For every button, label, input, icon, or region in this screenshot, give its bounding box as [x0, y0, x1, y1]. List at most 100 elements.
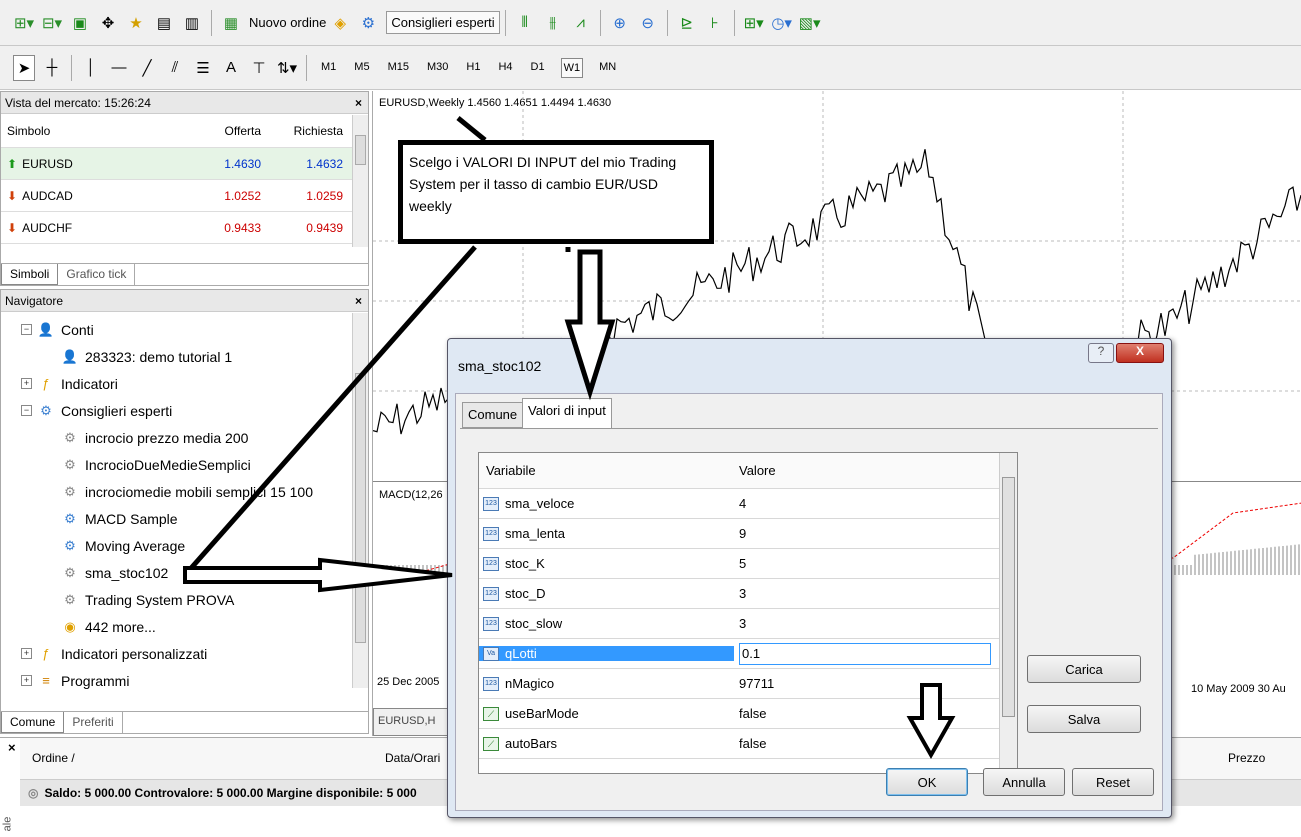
close-icon[interactable]: × [355, 96, 362, 110]
parameter-row[interactable]: 123 stoc_K 5 [479, 549, 1017, 579]
scrollbar[interactable] [352, 115, 368, 247]
parameter-row[interactable]: Va qLotti [479, 639, 1017, 669]
channel-icon[interactable]: ⫽ [164, 55, 186, 81]
tab-preferiti[interactable]: Preferiti [64, 712, 123, 733]
market-row[interactable]: ⬇ AUDCAD 1.0252 1.0259 [1, 180, 368, 212]
navigator-item[interactable]: 👤 283323: demo tutorial 1 [21, 343, 368, 370]
crosshair-move-icon[interactable]: ✥ [97, 10, 119, 36]
market-row[interactable]: ⬇ AUDCHF 0.9433 0.9439 [1, 212, 368, 244]
candlestick-icon[interactable]: ⫵ [542, 10, 564, 36]
navigator-item[interactable]: ⚙ sma_stoc102 [21, 559, 368, 586]
tester-icon[interactable]: ▥ [181, 10, 203, 36]
profiles-icon[interactable]: ⊟▾ [41, 10, 63, 36]
navigator-item[interactable]: ⚙ incrociomedie mobili semplici 15 100 [21, 478, 368, 505]
help-button[interactable]: ? [1088, 343, 1114, 363]
value-cell[interactable]: false [739, 736, 766, 751]
cursor-icon[interactable]: ➤ [13, 54, 35, 81]
col-date[interactable]: Data/Orari [385, 751, 440, 765]
terminal-icon[interactable]: ▤ [153, 10, 175, 36]
navigator-item[interactable]: + ƒ Indicatori [21, 370, 368, 397]
col-symbol[interactable]: Simbolo [1, 124, 181, 138]
tab-grafico-tick[interactable]: Grafico tick [58, 264, 136, 285]
ok-button[interactable]: OK [886, 768, 968, 796]
parameter-row[interactable]: ⟋ autoBars false [479, 729, 1017, 759]
expert-advisors-icon[interactable]: ⚙ [357, 10, 379, 36]
vertical-line-icon[interactable]: │ [80, 55, 102, 81]
navigator-item[interactable]: − ⚙ Consiglieri esperti [21, 397, 368, 424]
scrollbar[interactable] [352, 313, 368, 688]
tab-simboli[interactable]: Simboli [1, 264, 59, 285]
col-price[interactable]: Prezzo [1228, 751, 1265, 765]
bar-chart-icon[interactable]: ⫴ [514, 10, 536, 36]
chart-tab[interactable]: EURUSD,H [373, 708, 453, 736]
expand-icon[interactable]: + [21, 378, 32, 389]
tab-comune[interactable]: Comune [1, 712, 65, 733]
collapse-icon[interactable]: − [21, 405, 32, 416]
text-tool-button[interactable]: A [220, 55, 242, 81]
tab-input-values[interactable]: Valori di input [522, 398, 612, 428]
navigator-item[interactable]: ⚙ Moving Average [21, 532, 368, 559]
new-order-icon[interactable]: ▦ [220, 10, 242, 36]
expert-advisors-button[interactable]: Consiglieri esperti [386, 11, 500, 34]
timeframe-m15[interactable]: M15 [386, 58, 411, 78]
side-tab[interactable]: ale [1, 817, 13, 832]
value-cell[interactable]: 3 [739, 586, 746, 601]
parameter-row[interactable]: 123 sma_veloce 4 [479, 489, 1017, 519]
zoom-out-icon[interactable]: ⊖ [637, 10, 659, 36]
scrollbar[interactable] [999, 453, 1017, 773]
market-row[interactable]: ⬆ EURUSD 1.4630 1.4632 [1, 148, 368, 180]
timeframe-d1[interactable]: D1 [529, 58, 547, 78]
chart-shift-icon[interactable]: ⊦ [704, 10, 726, 36]
arrows-icon[interactable]: ⇅▾ [276, 55, 298, 81]
text-label-icon[interactable]: ⊤ [248, 55, 270, 81]
line-chart-icon[interactable]: ⩘ [570, 10, 592, 36]
horizontal-line-icon[interactable]: — [108, 55, 130, 81]
value-cell[interactable]: false [739, 706, 766, 721]
parameter-row[interactable]: 123 nMagico 97711 [479, 669, 1017, 699]
auto-scroll-icon[interactable]: ⊵ [676, 10, 698, 36]
navigator-item[interactable]: ◉ 442 more... [21, 613, 368, 640]
tab-common[interactable]: Comune [462, 402, 524, 428]
col-bid[interactable]: Offerta [181, 124, 261, 138]
timeframe-mn[interactable]: MN [597, 58, 618, 78]
market-row[interactable]: ⬇AUDJPY87.9387.99 [1, 244, 368, 252]
navigator-item[interactable]: ⚙ Trading System PROVA [21, 586, 368, 613]
navigator-item[interactable]: + ƒ Indicatori personalizzati [21, 640, 368, 667]
parameter-row[interactable]: 123 sma_lenta 9 [479, 519, 1017, 549]
cancel-button[interactable]: Annulla [983, 768, 1065, 796]
close-icon[interactable]: × [355, 294, 362, 308]
col-order[interactable]: Ordine / [32, 751, 75, 765]
value-cell[interactable]: 4 [739, 496, 746, 511]
navigator-item[interactable]: + ≡ Programmi [21, 667, 368, 694]
value-input[interactable] [739, 642, 991, 665]
timeframe-m30[interactable]: M30 [425, 58, 450, 78]
collapse-icon[interactable]: − [21, 324, 32, 335]
periods-icon[interactable]: ◷▾ [771, 10, 793, 36]
new-order-button[interactable]: Nuovo ordine [249, 15, 326, 30]
navigator-icon[interactable]: ★ [125, 10, 147, 36]
timeframe-m5[interactable]: M5 [352, 58, 371, 78]
fibonacci-icon[interactable]: ☰ [192, 55, 214, 81]
market-watch-icon[interactable]: ▣ [69, 10, 91, 36]
load-button[interactable]: Carica [1027, 655, 1141, 683]
value-cell[interactable]: 5 [739, 556, 746, 571]
templates-icon[interactable]: ▧▾ [799, 10, 821, 36]
timeframe-h4[interactable]: H4 [496, 58, 514, 78]
col-ask[interactable]: Richiesta [261, 124, 343, 138]
timeframe-w1[interactable]: W1 [560, 57, 584, 78]
parameter-row[interactable]: 123 stoc_D 3 [479, 579, 1017, 609]
save-button[interactable]: Salva [1027, 705, 1141, 733]
navigator-item[interactable]: ⚙ incrocio prezzo media 200 [21, 424, 368, 451]
metaeditor-icon[interactable]: ◈ [329, 10, 351, 36]
expand-icon[interactable]: + [21, 648, 32, 659]
close-icon[interactable]: × [8, 740, 16, 755]
navigator-item[interactable]: ⚙ IncrocioDueMedieSemplici [21, 451, 368, 478]
value-cell[interactable]: 97711 [739, 676, 774, 691]
trendline-icon[interactable]: ╱ [136, 55, 158, 81]
reset-button[interactable]: Reset [1072, 768, 1154, 796]
dialog-close-button[interactable]: X [1116, 343, 1164, 363]
expand-icon[interactable]: + [21, 675, 32, 686]
parameter-row[interactable]: ⟋ useBarMode false [479, 699, 1017, 729]
timeframe-m1[interactable]: M1 [319, 58, 338, 78]
value-cell[interactable]: 3 [739, 616, 746, 631]
